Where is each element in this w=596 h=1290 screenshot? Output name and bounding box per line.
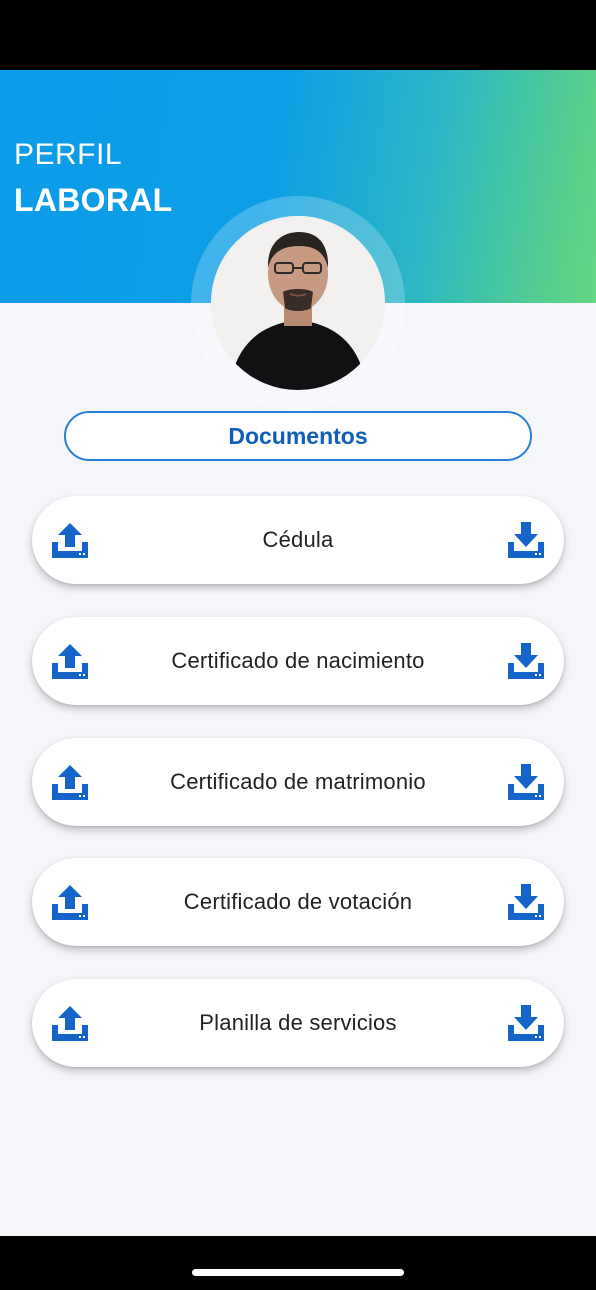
download-icon <box>508 522 544 558</box>
download-button[interactable] <box>504 1001 548 1045</box>
download-button[interactable] <box>504 760 548 804</box>
upload-button[interactable] <box>48 880 92 924</box>
home-indicator-area <box>0 1236 596 1290</box>
page-title-line2: LABORAL <box>14 182 173 218</box>
document-label: Cédula <box>262 527 334 552</box>
document-row-nacimiento: Certificado de nacimiento <box>32 617 564 705</box>
document-label: Certificado de nacimiento <box>171 648 425 673</box>
page-title-line1: PERFIL <box>14 138 123 171</box>
upload-button[interactable] <box>48 760 92 804</box>
document-row-cedula: Cédula <box>32 496 564 584</box>
upload-icon <box>52 1006 88 1041</box>
download-button[interactable] <box>504 639 548 683</box>
upload-button[interactable] <box>48 1001 92 1045</box>
profile-screen: PERFIL LABORAL Documentos Cédula Certifi… <box>0 70 596 1236</box>
upload-button[interactable] <box>48 518 92 562</box>
upload-button[interactable] <box>48 639 92 683</box>
documents-title: Documentos <box>228 422 368 449</box>
avatar[interactable] <box>211 216 385 390</box>
download-icon <box>508 764 544 800</box>
download-icon <box>508 1005 544 1041</box>
download-icon <box>508 884 544 920</box>
upload-icon <box>52 885 88 920</box>
download-button[interactable] <box>504 880 548 924</box>
download-button[interactable] <box>504 518 548 562</box>
home-indicator[interactable] <box>192 1269 404 1276</box>
upload-icon <box>52 644 88 679</box>
document-row-servicios: Planilla de servicios <box>32 979 564 1067</box>
upload-icon <box>52 523 88 558</box>
document-label: Certificado de matrimonio <box>170 769 426 794</box>
profile-photo <box>211 216 385 390</box>
document-row-votacion: Certificado de votación <box>32 858 564 946</box>
download-icon <box>508 643 544 679</box>
status-bar <box>0 0 596 70</box>
upload-icon <box>52 765 88 800</box>
document-label: Certificado de votación <box>183 889 413 914</box>
documents-section-label: Documentos <box>64 411 532 461</box>
document-row-matrimonio: Certificado de matrimonio <box>32 738 564 826</box>
document-label: Planilla de servicios <box>199 1010 397 1035</box>
